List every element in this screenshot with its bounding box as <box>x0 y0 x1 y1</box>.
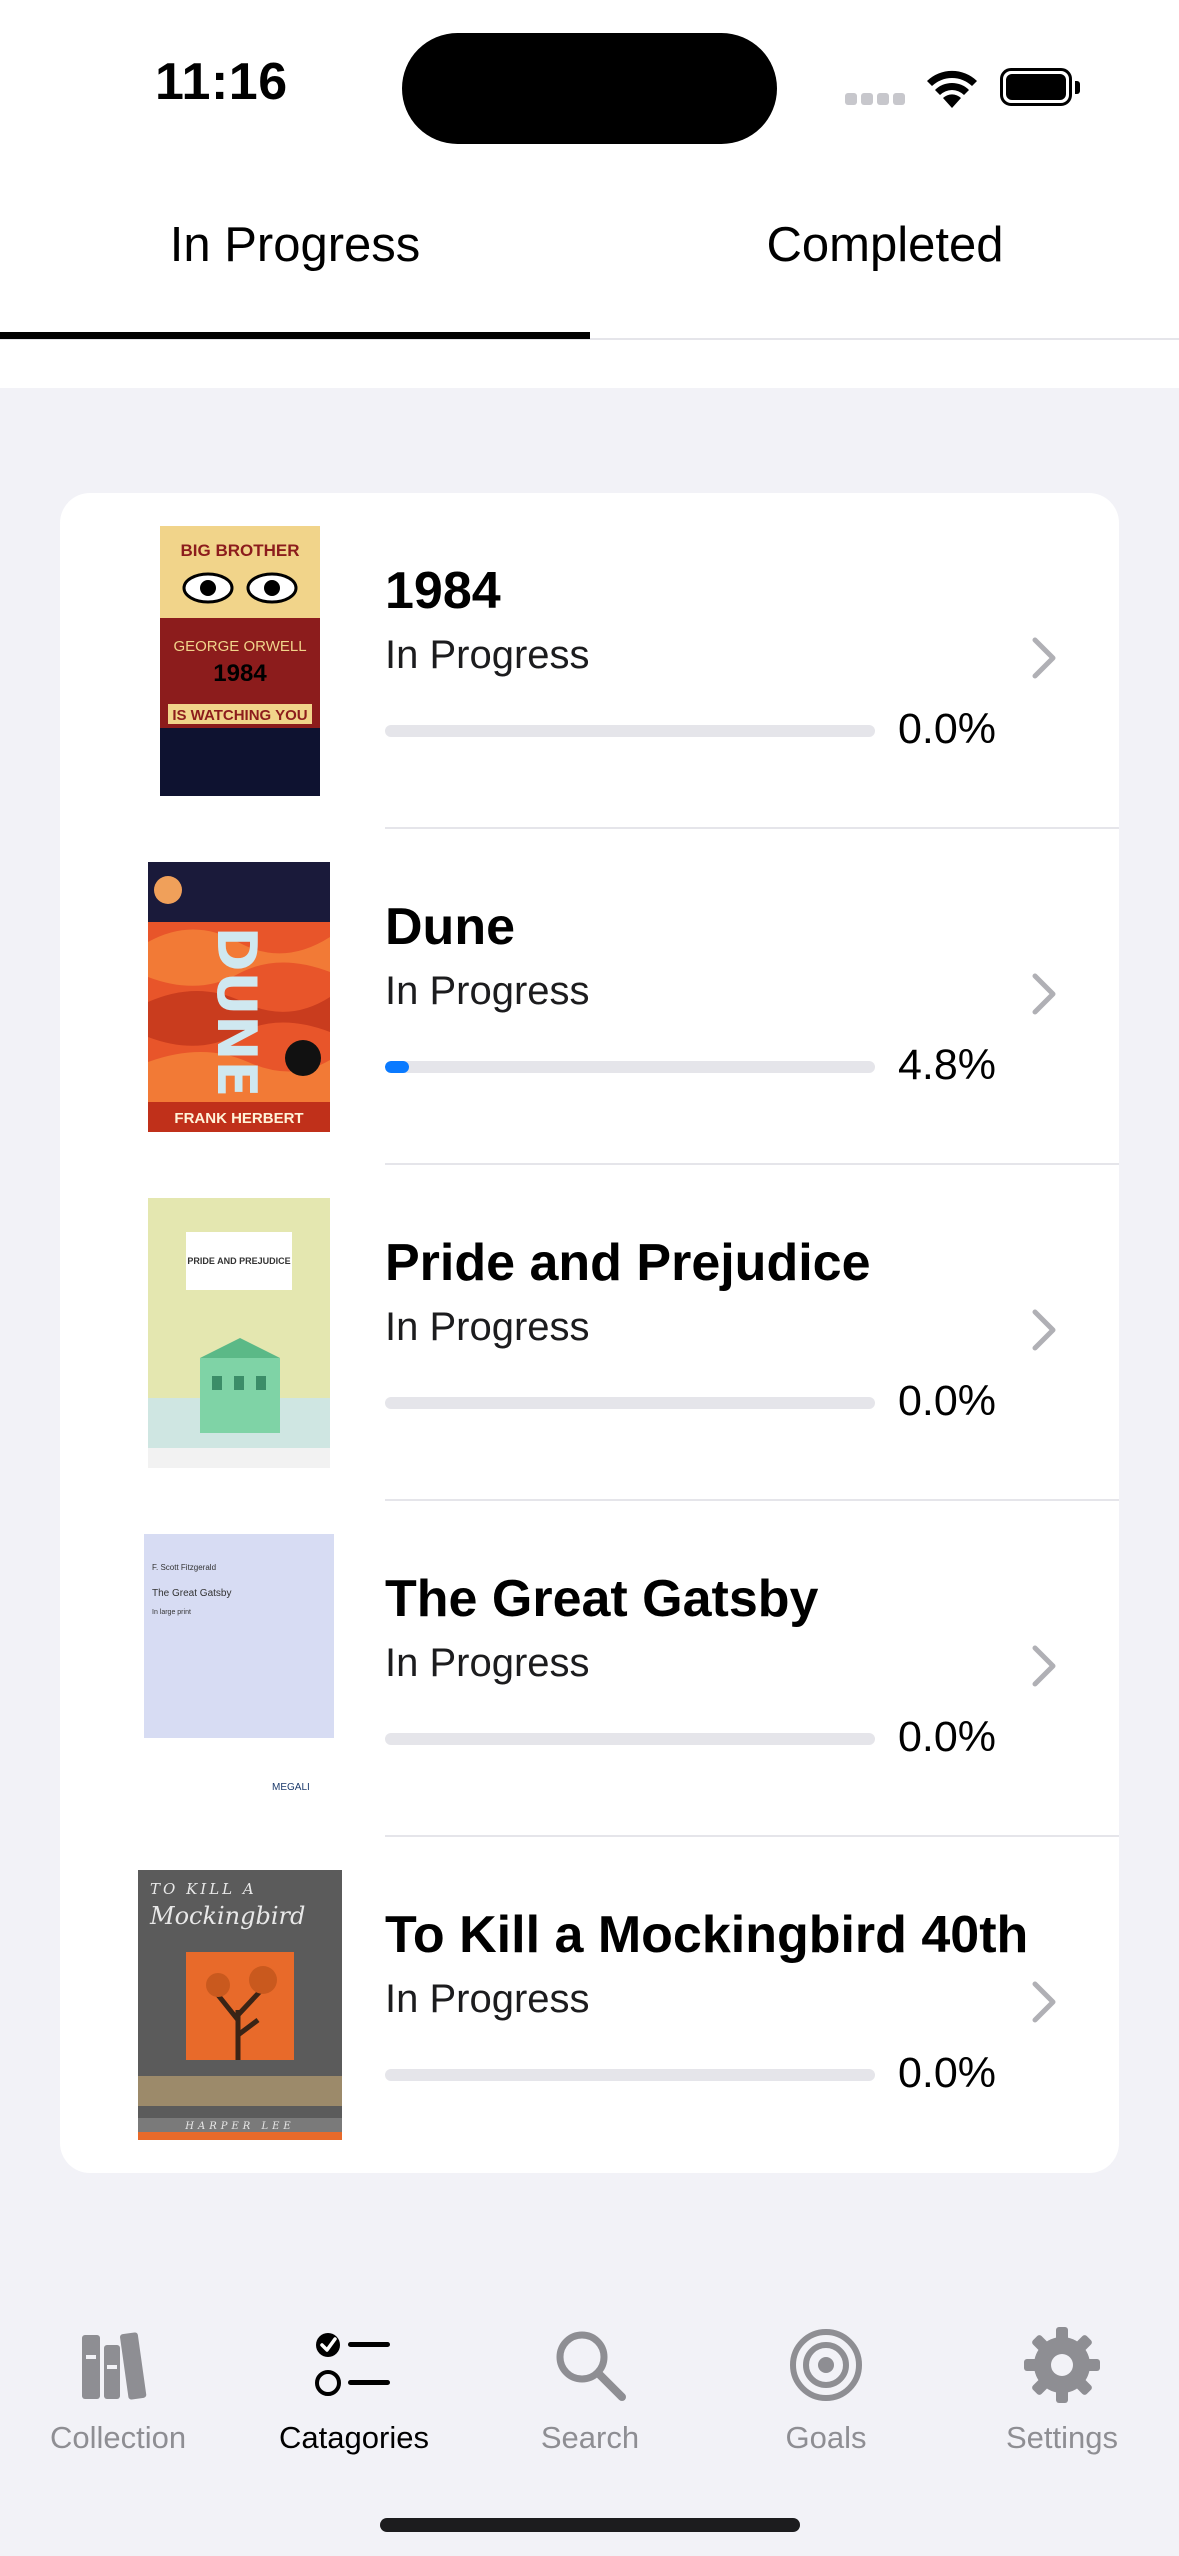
book-status: In Progress <box>385 1977 590 2021</box>
progress-percent: 0.0% <box>898 1713 997 1761</box>
book-title: To Kill a Mockingbird 40th <box>385 1906 1029 1964</box>
progress-bar <box>385 1061 875 1073</box>
book-row-mockingbird[interactable]: TO KILL A Mockingbird HARPER LEE To Kill… <box>60 1837 1119 2173</box>
header-spacer <box>0 340 1179 388</box>
book-list: BIG BROTHER GEORGE ORWELL 1984 IS WATCHI… <box>60 493 1119 2173</box>
gatsby-cover-line-2: The Great Gatsby <box>152 1588 231 1599</box>
target-icon <box>790 2329 862 2401</box>
1984-cover-line-1: BIG BROTHER <box>181 541 300 560</box>
1984-cover: BIG BROTHER GEORGE ORWELL 1984 IS WATCHI… <box>160 526 320 796</box>
book-title: The Great Gatsby <box>385 1570 819 1628</box>
chevron-right-icon <box>1032 1309 1056 1351</box>
tab-label: Goals <box>785 2420 867 2455</box>
tab-completed[interactable]: Completed <box>590 180 1179 340</box>
progress-bar <box>385 2069 875 2081</box>
book-status: In Progress <box>385 633 590 677</box>
checklist-icon <box>315 2333 390 2396</box>
book-row-1984[interactable]: BIG BROTHER GEORGE ORWELL 1984 IS WATCHI… <box>60 493 1119 829</box>
progress-percent: 4.8% <box>898 1041 997 1089</box>
mockingbird-cover-line-1: TO KILL A <box>150 1880 257 1898</box>
1984-cover-line-3: 1984 <box>213 660 267 687</box>
home-indicator <box>380 2518 800 2532</box>
tab-label: Settings <box>1005 2420 1118 2455</box>
status-time: 11:16 <box>155 53 288 111</box>
tab-collection[interactable]: Collection <box>0 2270 236 2470</box>
progress-percent: 0.0% <box>898 1377 997 1425</box>
dune-cover-author: FRANK HERBERT <box>174 1110 303 1127</box>
selected-tab-indicator <box>0 332 590 339</box>
progress-percent: 0.0% <box>898 705 997 753</box>
book-status: In Progress <box>385 1641 590 1685</box>
progress-percent: 0.0% <box>898 2049 997 2097</box>
chevron-right-icon <box>1032 1981 1056 2023</box>
dune-cover: DUNE FRANK HERBERT <box>148 862 330 1132</box>
pride-cover-title: PRIDE AND PREJUDICE <box>187 1256 290 1266</box>
mockingbird-cover-author: HARPER LEE <box>184 2121 294 2132</box>
book-title: 1984 <box>385 562 501 620</box>
wifi-icon <box>927 70 977 108</box>
gatsby-cover-brand: MEGALI <box>272 1782 310 1793</box>
tab-label: Search <box>540 2420 640 2455</box>
book-title: Pride and Prejudice <box>385 1234 871 1292</box>
pride-and-prejudice-cover: PRIDE AND PREJUDICE <box>148 1198 330 1468</box>
mockingbird-cover-line-2: Mockingbird <box>149 1902 305 1930</box>
tab-goals[interactable]: Goals <box>708 2270 944 2470</box>
gear-icon <box>1024 2327 1100 2403</box>
chevron-right-icon <box>1032 637 1056 679</box>
search-icon <box>556 2331 626 2401</box>
chevron-right-icon <box>1032 1645 1056 1687</box>
dynamic-island <box>402 33 777 144</box>
book-row-pride-and-prejudice[interactable]: PRIDE AND PREJUDICE Pride and Prejudice … <box>60 1165 1119 1501</box>
tab-settings[interactable]: Settings <box>944 2270 1179 2470</box>
book-row-dune[interactable]: DUNE FRANK HERBERT Dune In Progress 4.8% <box>60 829 1119 1165</box>
tab-label: Collection <box>49 2420 187 2455</box>
book-row-great-gatsby[interactable]: F. Scott Fitzgerald The Great Gatsby In … <box>60 1501 1119 1837</box>
tab-in-progress[interactable]: In Progress <box>0 180 590 340</box>
progress-bar <box>385 1397 875 1409</box>
svg-text:DUNE: DUNE <box>205 927 268 1098</box>
tab-label: Catagories <box>279 2420 429 2455</box>
books-icon <box>82 2332 147 2400</box>
book-status: In Progress <box>385 1305 590 1349</box>
book-status: In Progress <box>385 969 590 1013</box>
great-gatsby-cover: F. Scott Fitzgerald The Great Gatsby In … <box>144 1534 334 1804</box>
gatsby-cover-line-3: In large print <box>152 1609 191 1616</box>
battery-icon <box>1000 68 1080 108</box>
progress-bar <box>385 725 875 737</box>
1984-cover-line-2: GEORGE ORWELL <box>173 638 306 655</box>
status-bar: 11:16 <box>0 0 1179 180</box>
tab-catagories[interactable]: Catagories <box>236 2270 472 2470</box>
gatsby-cover-line-1: F. Scott Fitzgerald <box>152 1563 216 1572</box>
mockingbird-cover: TO KILL A Mockingbird HARPER LEE <box>138 1870 342 2140</box>
tab-bar: Collection Catagories Search Goals Setti… <box>0 2270 1179 2556</box>
tab-search[interactable]: Search <box>472 2270 708 2470</box>
book-title: Dune <box>385 898 515 956</box>
1984-cover-line-4: IS WATCHING YOU <box>172 707 307 724</box>
segment-control: In Progress Completed <box>0 180 1179 340</box>
chevron-right-icon <box>1032 973 1056 1015</box>
cellular-signal-icon <box>845 93 905 107</box>
progress-bar <box>385 1733 875 1745</box>
